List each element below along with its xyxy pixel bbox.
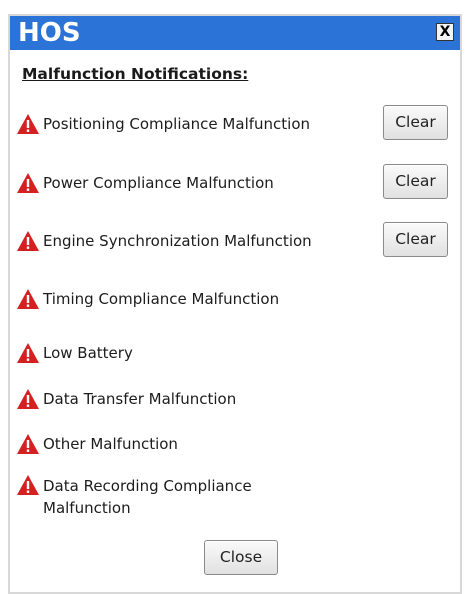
malfunction-label: Timing Compliance Malfunction <box>43 290 280 308</box>
hos-dialog: HOS X Malfunction Notifications: Positio… <box>8 14 462 594</box>
clear-engine-sync-button[interactable]: Clear <box>383 222 448 257</box>
malfunction-label: Engine Synchronization Malfunction <box>43 232 312 250</box>
warning-triangle-icon <box>17 434 39 454</box>
malfunction-label: Positioning Compliance Malfunction <box>43 115 311 133</box>
title-bar: HOS X <box>10 16 460 50</box>
clear-power-button[interactable]: Clear <box>383 164 448 199</box>
malfunction-item-data-transfer: Data Transfer Malfunction <box>16 386 456 412</box>
close-window-button[interactable]: X <box>436 23 454 41</box>
malfunction-label: Power Compliance Malfunction <box>43 174 274 192</box>
malfunction-item-timing: Timing Compliance Malfunction <box>16 286 456 312</box>
malfunction-label: Low Battery <box>43 344 133 362</box>
malfunction-label: Data Transfer Malfunction <box>43 390 237 408</box>
close-button[interactable]: Close <box>204 540 278 575</box>
warning-triangle-icon <box>17 173 39 193</box>
malfunction-item-data-recording: Data Recording Compliance Malfunction <box>16 472 456 522</box>
warning-triangle-icon <box>17 389 39 409</box>
malfunction-label: Other Malfunction <box>43 435 178 453</box>
malfunction-label: Data Recording Compliance Malfunction <box>43 477 252 517</box>
malfunction-notifications-heading: Malfunction Notifications: <box>22 65 249 83</box>
warning-triangle-icon <box>17 114 39 134</box>
warning-triangle-icon <box>17 289 39 309</box>
malfunction-item-low-battery: Low Battery <box>16 340 456 366</box>
malfunction-item-other: Other Malfunction <box>16 431 456 457</box>
clear-positioning-button[interactable]: Clear <box>383 105 448 140</box>
warning-triangle-icon <box>17 343 39 363</box>
warning-triangle-icon <box>17 475 39 495</box>
window-title: HOS <box>18 18 81 48</box>
warning-triangle-icon <box>17 231 39 251</box>
